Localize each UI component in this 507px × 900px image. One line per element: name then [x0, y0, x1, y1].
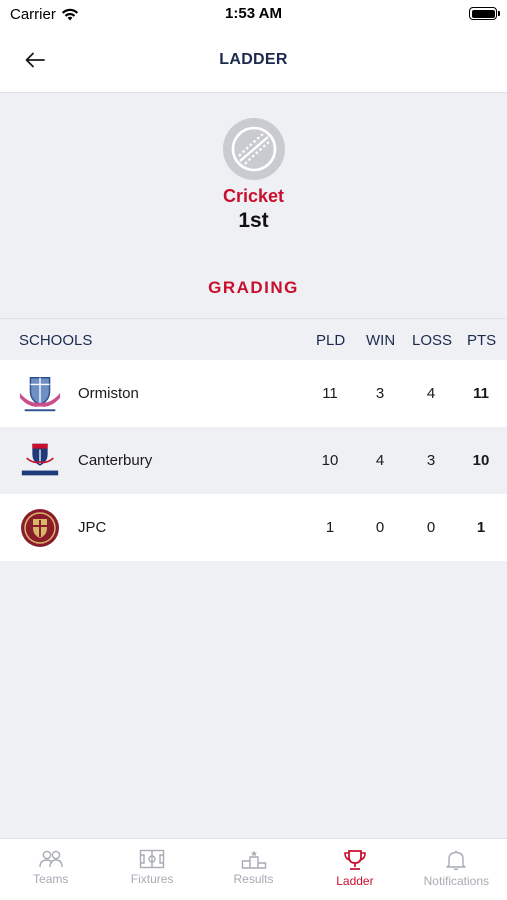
status-time: 1:53 AM	[225, 5, 282, 22]
column-schools: SCHOOLS	[19, 332, 93, 349]
people-icon	[39, 850, 63, 868]
tab-teams[interactable]: Teams	[0, 839, 101, 900]
field-icon	[139, 849, 165, 869]
ormiston-college-crest-icon	[18, 373, 62, 415]
page-title: LADDER	[219, 51, 288, 68]
battery-icon	[469, 7, 500, 20]
tab-label: Ladder	[336, 874, 374, 888]
played-value: 11	[322, 385, 338, 402]
tab-label: Results	[233, 872, 274, 886]
table-row[interactable]: Canterbury 10 4 3 10	[0, 427, 507, 494]
school-name: Ormiston	[78, 385, 139, 402]
ladder-table: SCHOOLS PLD WIN LOSS PTS Ormiston 11 3 4…	[0, 318, 507, 561]
points-value: 11	[473, 385, 489, 402]
table-row[interactable]: Ormiston 11 3 4 11	[0, 360, 507, 427]
tab-label: Fixtures	[130, 872, 174, 886]
sport-name: Cricket	[222, 186, 285, 206]
sport-grade: 1st	[238, 209, 269, 232]
school-name: Canterbury	[78, 452, 153, 469]
canterbury-crest-icon	[18, 440, 62, 482]
bell-icon	[446, 850, 467, 871]
tab-ladder[interactable]: Ladder	[304, 839, 405, 900]
points-value: 10	[472, 452, 490, 469]
column-points: PTS	[467, 332, 497, 349]
status-bar: Carrier 1:53 AM	[0, 0, 507, 28]
tab-bar: Teams Fixtures Results Ladder Notificati…	[0, 838, 507, 900]
lost-value: 0	[426, 519, 436, 536]
cricket-ball-icon	[223, 118, 285, 180]
navigation-bar: LADDER	[0, 28, 507, 93]
tab-notifications[interactable]: Notifications	[406, 839, 507, 900]
played-value: 1	[325, 519, 335, 536]
tab-fixtures[interactable]: Fixtures	[101, 839, 202, 900]
won-value: 4	[375, 452, 385, 469]
column-lost: LOSS	[412, 332, 453, 349]
school-name: JPC	[78, 519, 107, 536]
trophy-icon	[344, 850, 366, 870]
column-played: PLD	[316, 332, 346, 349]
lost-value: 3	[426, 452, 436, 469]
jpc-seal-icon	[18, 507, 62, 549]
tab-label: Notifications	[423, 874, 490, 888]
lost-value: 4	[426, 385, 436, 402]
played-value: 10	[321, 452, 339, 469]
podium-icon	[241, 850, 266, 869]
tab-results[interactable]: Results	[203, 839, 304, 900]
sport-header: Cricket 1st GRADING	[0, 94, 507, 318]
table-row[interactable]: JPC 1 0 0 1	[0, 494, 507, 561]
tab-label: Teams	[33, 872, 69, 886]
column-won: WIN	[366, 332, 396, 349]
won-value: 3	[375, 385, 385, 402]
points-value: 1	[476, 519, 486, 536]
table-header: SCHOOLS PLD WIN LOSS PTS	[0, 318, 507, 360]
won-value: 0	[375, 519, 385, 536]
grading-heading: GRADING	[208, 278, 299, 297]
